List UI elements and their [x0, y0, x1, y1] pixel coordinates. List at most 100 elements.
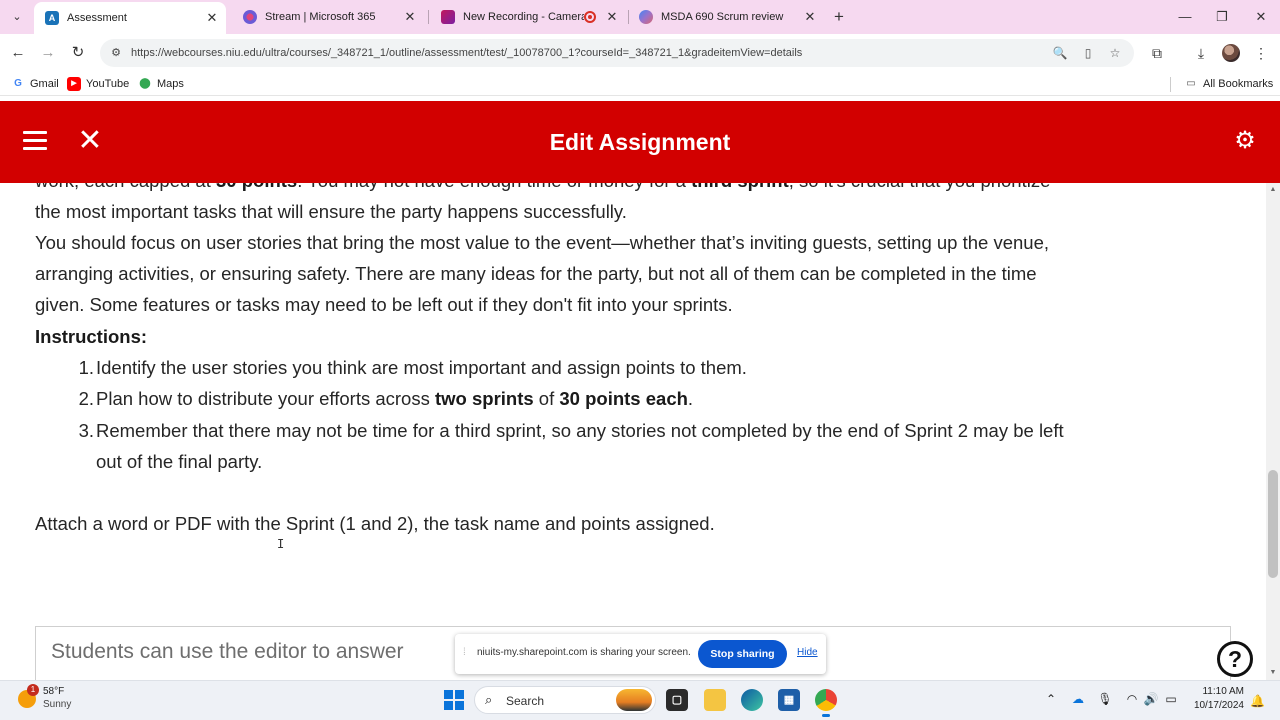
onedrive-icon[interactable]: ☁ [1070, 692, 1086, 706]
close-icon[interactable]: ✕ [76, 126, 104, 156]
file-explorer-icon[interactable] [704, 689, 726, 711]
list-item: Plan how to distribute your efforts acro… [96, 388, 694, 409]
search-icon: ⌕ [485, 692, 493, 707]
notification-badge: 1 [27, 684, 39, 696]
list-item: Identify the user stories you think are … [96, 357, 747, 378]
attach-instructions: Attach a word or PDF with the Sprint (1 … [35, 513, 715, 534]
text-line: You should focus on user stories that br… [35, 232, 1050, 253]
text-line: arranging activities, or ensuring safety… [35, 263, 1037, 284]
new-tab-icon[interactable]: + [829, 7, 849, 27]
battery-icon[interactable]: ▭ [1163, 692, 1179, 706]
microphone-icon[interactable]: 🎙 [1097, 692, 1113, 706]
bookmark-label: Maps [157, 78, 184, 90]
site-info-icon[interactable]: ⚙ [108, 45, 124, 61]
menu-kebab-icon[interactable]: ⋮ [1251, 43, 1271, 63]
text-line: given. Some features or tasks may need t… [35, 294, 733, 315]
stream-icon [243, 10, 257, 24]
bookmark-youtube[interactable]: ▶ YouTube [67, 76, 129, 92]
reload-icon[interactable]: ↻ [67, 42, 89, 64]
bookmark-maps[interactable]: ⬤ Maps [138, 76, 184, 92]
list-number: 3. [78, 420, 94, 441]
tab-stream[interactable]: Stream | Microsoft 365 ✕ [232, 0, 424, 34]
instructions-heading: Instructions: [35, 326, 148, 347]
wifi-icon[interactable]: ◠ [1124, 692, 1140, 706]
forward-icon[interactable]: → [37, 42, 59, 64]
window-close-icon[interactable]: ✕ [1249, 6, 1273, 28]
tab-title: Stream | Microsoft 365 [265, 11, 376, 23]
answer-placeholder: Students can use the editor to answer [51, 640, 404, 663]
browser-tab-strip: ⌄ A Assessment ✕ Stream | Microsoft 365 … [0, 0, 1280, 34]
stop-sharing-button[interactable]: Stop sharing [698, 640, 787, 668]
bookmark-label: All Bookmarks [1203, 78, 1274, 90]
tab-assessment[interactable]: A Assessment ✕ [34, 2, 226, 34]
url-text[interactable]: https://webcourses.niu.edu/ultra/courses… [131, 39, 802, 67]
folder-icon: ▭ [1186, 78, 1196, 89]
bookmarks-bar: G Gmail ▶ YouTube ⬤ Maps ▭ All Bookmarks [0, 72, 1280, 96]
minimize-icon[interactable]: — [1173, 6, 1197, 28]
tab-separator [428, 10, 429, 24]
help-icon[interactable]: ? [1217, 641, 1253, 677]
chrome-icon[interactable] [815, 689, 837, 717]
all-bookmarks[interactable]: ▭ All Bookmarks [1184, 76, 1273, 92]
maps-pin-icon: ⬤ [139, 78, 151, 89]
page-title: Edit Assignment [549, 129, 731, 155]
tab-title: New Recording - Camera [463, 11, 584, 23]
back-icon[interactable]: ← [7, 42, 29, 64]
taskbar-search[interactable]: ⌕ Search [474, 686, 656, 714]
bookmarks-divider [1170, 77, 1171, 92]
weather-condition[interactable]: Sunny [43, 699, 71, 710]
tab-camera-recording[interactable]: New Recording - Camera ✕ [430, 0, 626, 34]
youtube-icon: ▶ [67, 77, 81, 91]
tab-scrum-review[interactable]: MSDA 690 Scrum review ✕ [628, 0, 824, 34]
drag-handle-icon[interactable]: ⁞ [463, 647, 466, 658]
task-view-icon[interactable]: ▢ [666, 689, 688, 711]
list-item-continued: out of the final party. [96, 451, 263, 472]
zoom-icon[interactable]: 🔍 [1051, 44, 1069, 62]
hide-link[interactable]: Hide [797, 647, 818, 658]
page-scrollbar[interactable]: ▲ ▼ [1266, 183, 1280, 680]
gear-icon[interactable]: ⚙ [1232, 128, 1258, 154]
clock-time[interactable]: 11:10 AM [1190, 686, 1244, 697]
bookmark-label: YouTube [86, 78, 130, 90]
assignment-content: work, each capped at 30 points. You may … [0, 166, 1266, 680]
list-number: 1. [78, 357, 94, 378]
store-icon[interactable]: ▦ [778, 689, 800, 711]
download-icon[interactable]: ⤓ [1191, 43, 1211, 63]
text-cursor-icon: I [277, 537, 285, 551]
search-highlight-icon [616, 689, 652, 711]
weather-temperature[interactable]: 58°F [43, 686, 64, 697]
profile-avatar[interactable] [1222, 44, 1240, 62]
page-icon[interactable]: ▯ [1079, 44, 1097, 62]
gemini-icon [639, 10, 653, 24]
tab-title: MSDA 690 Scrum review [661, 11, 784, 23]
tab-close-icon[interactable]: ✕ [602, 9, 622, 25]
browser-toolbar: ← → ↻ ⚙ https://webcourses.niu.edu/ultra… [0, 34, 1280, 72]
extensions-icon[interactable]: ⧉ [1147, 43, 1167, 63]
tray-chevron-icon[interactable]: ⌃ [1043, 692, 1059, 706]
anthology-icon: A [45, 11, 59, 25]
bookmark-star-icon[interactable]: ☆ [1106, 44, 1124, 62]
hamburger-menu-icon[interactable] [23, 131, 47, 153]
tab-search-icon[interactable]: ⌄ [6, 7, 28, 27]
list-number: 2. [78, 388, 94, 409]
clipchamp-icon [441, 10, 455, 24]
windows-start-icon[interactable] [444, 690, 464, 710]
edge-icon[interactable] [741, 689, 763, 711]
bookmark-gmail[interactable]: G Gmail [11, 76, 59, 92]
tab-close-icon[interactable]: ✕ [800, 9, 820, 25]
scroll-down-icon[interactable]: ▼ [1266, 666, 1280, 680]
screen-share-bar: ⁞ niuits-my.sharepoint.com is sharing yo… [455, 634, 826, 674]
scroll-thumb[interactable] [1268, 470, 1278, 578]
restore-icon[interactable]: ❐ [1210, 6, 1234, 28]
scroll-up-icon[interactable]: ▲ [1266, 183, 1280, 197]
tab-close-icon[interactable]: ✕ [400, 9, 420, 25]
share-message: niuits-my.sharepoint.com is sharing your… [477, 647, 691, 658]
list-item: Remember that there may not be time for … [96, 420, 1064, 441]
bookmark-label: Gmail [30, 78, 59, 90]
notification-bell-icon[interactable]: 🔔 [1250, 694, 1265, 708]
volume-icon[interactable]: 🔊 [1143, 692, 1159, 706]
clock-date[interactable]: 10/17/2024 [1180, 700, 1244, 711]
tab-close-icon[interactable]: ✕ [202, 10, 222, 26]
text-line: the most important tasks that will ensur… [35, 201, 627, 222]
address-bar[interactable]: ⚙ https://webcourses.niu.edu/ultra/cours… [100, 39, 1134, 67]
